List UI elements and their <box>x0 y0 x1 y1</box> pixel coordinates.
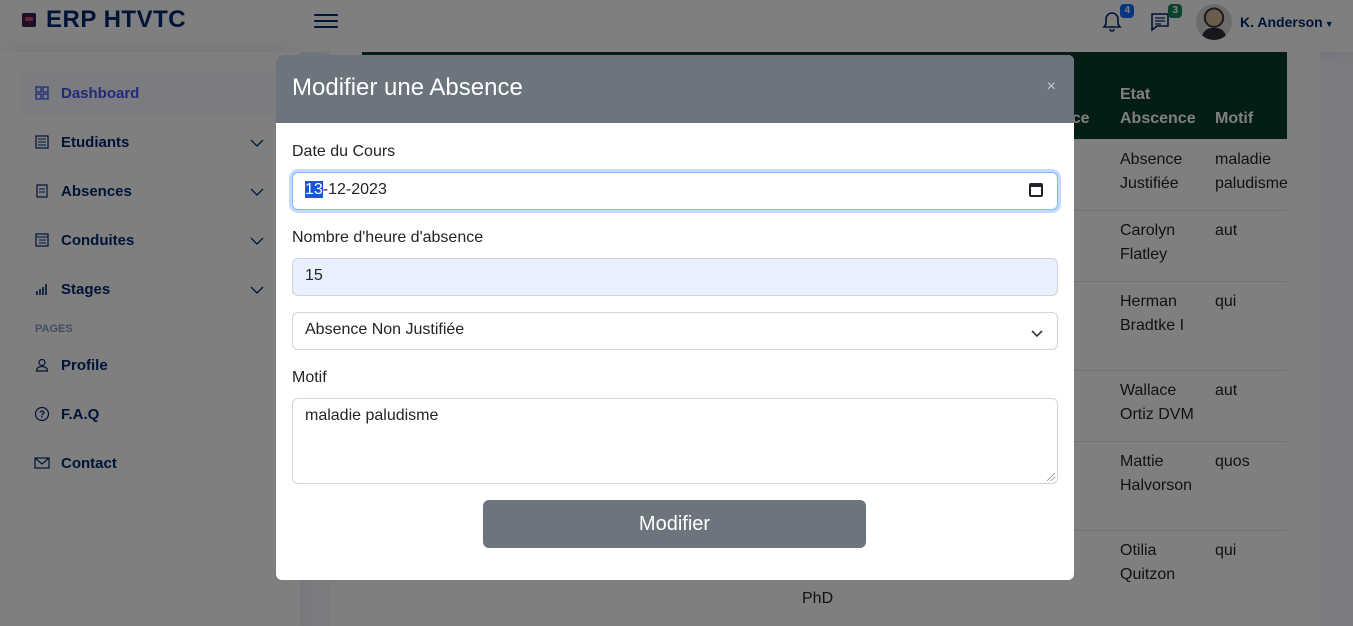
motif-label: Motif <box>292 369 327 386</box>
absence-status-select[interactable]: Absence Non Justifiée <box>292 312 1058 350</box>
hours-value: 15 <box>305 267 323 284</box>
calendar-icon[interactable] <box>1029 183 1043 197</box>
date-rest: -12-2023 <box>322 181 387 198</box>
motif-textarea[interactable]: maladie paludisme <box>292 398 1058 484</box>
edit-absence-modal: Modifier une Absence × Date du Cours 13-… <box>276 55 1074 580</box>
close-icon[interactable]: × <box>1047 79 1056 95</box>
date-input[interactable]: 13-12-2023 <box>292 172 1058 210</box>
modal-title: Modifier une Absence <box>292 74 523 101</box>
chevron-down-icon <box>1031 325 1043 343</box>
select-value: Absence Non Justifiée <box>305 321 465 338</box>
hours-input[interactable]: 15 <box>292 258 1058 296</box>
date-day-segment[interactable]: 13 <box>305 181 323 198</box>
hours-label: Nombre d'heure d'absence <box>292 229 484 246</box>
date-label: Date du Cours <box>292 143 396 160</box>
modifier-button[interactable]: Modifier <box>483 500 866 548</box>
modal-header: Modifier une Absence × <box>276 55 1074 123</box>
resize-grip-icon[interactable] <box>1047 473 1055 481</box>
motif-value: maladie paludisme <box>305 407 439 424</box>
